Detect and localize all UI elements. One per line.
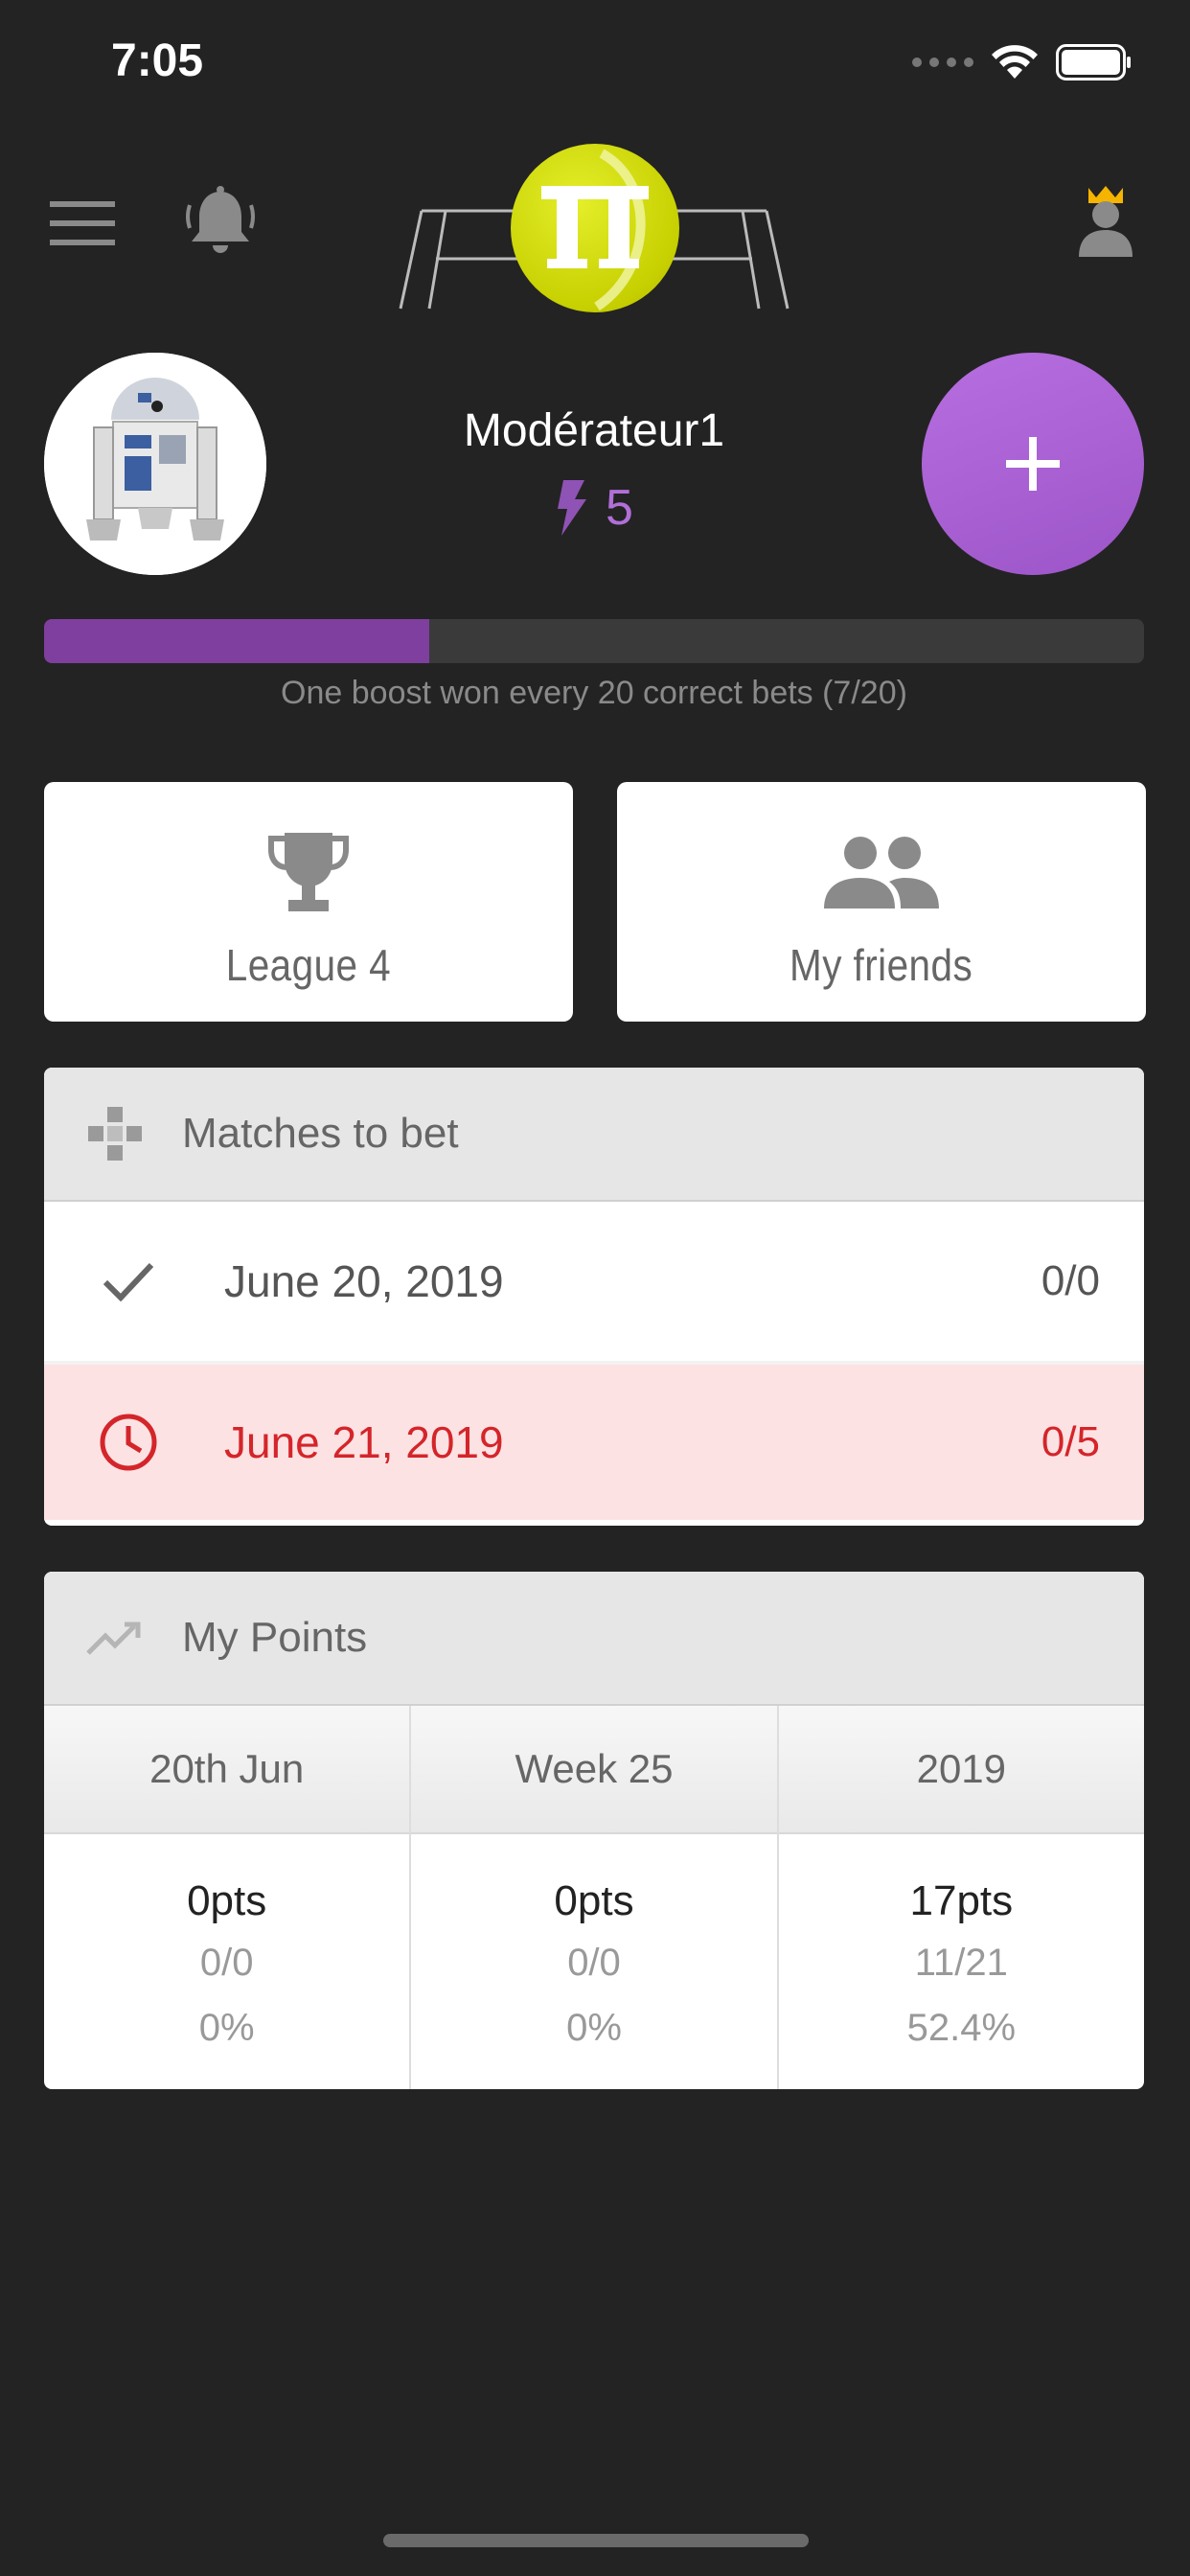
match-row[interactable]: June 21, 2019 0/5 [44, 1361, 1144, 1520]
points-ratio: 11/21 [914, 1942, 1008, 1984]
points-header: My Points [44, 1572, 1144, 1706]
league-card[interactable]: League 4 [44, 782, 573, 1022]
points-column-day[interactable]: 20th Jun 0pts 0/0 0% [44, 1706, 410, 2089]
match-date: June 20, 2019 [224, 1256, 504, 1306]
robot-avatar-icon [44, 353, 266, 575]
group-icon [824, 837, 939, 908]
boost-progress-bar [44, 619, 1144, 663]
points-column-label: Week 25 [411, 1706, 777, 1834]
check-icon [103, 1262, 154, 1301]
points-panel: My Points 20th Jun 0pts 0/0 0% Week 25 0… [44, 1572, 1144, 2089]
home-indicator[interactable] [383, 2534, 809, 2547]
points-value: 0pts [554, 1877, 634, 1924]
match-score: 0/5 [1041, 1418, 1100, 1465]
points-column-week[interactable]: Week 25 0pts 0/0 0% [409, 1706, 777, 2089]
battery-icon [1056, 44, 1131, 80]
app-logo[interactable] [511, 144, 679, 312]
trophy-icon [268, 833, 349, 911]
app-screen: 7:05 Modérateur1 5 One boost won every 2… [0, 0, 1190, 2576]
points-percent: 0% [566, 2007, 622, 2049]
points-percent: 52.4% [906, 2007, 1017, 2049]
points-ratio: 0/0 [567, 1942, 621, 1984]
match-date: June 21, 2019 [224, 1417, 504, 1467]
bolt-icon [558, 480, 586, 536]
add-button[interactable] [922, 353, 1144, 575]
points-title: My Points [182, 1614, 368, 1661]
menu-icon[interactable] [50, 199, 115, 247]
points-columns: 20th Jun 0pts 0/0 0% Week 25 0pts 0/0 0%… [44, 1706, 1144, 2089]
wifi-icon [992, 45, 1038, 79]
status-indicators [912, 44, 1133, 80]
logo-monogram-icon [541, 149, 649, 311]
plus-icon [1006, 437, 1060, 491]
username: Modérateur1 [463, 405, 725, 456]
boost-progress-caption: One boost won every 20 correct bets (7/2… [281, 675, 907, 711]
friends-label: My friends [790, 940, 973, 990]
points-value: 17pts [909, 1877, 1014, 1924]
match-score: 0/0 [1041, 1257, 1100, 1304]
boost-progress-fill [44, 619, 429, 663]
points-percent: 0% [198, 2007, 255, 2049]
gamepad-icon [88, 1107, 142, 1161]
league-label: League 4 [225, 940, 392, 990]
matches-title: Matches to bet [182, 1110, 459, 1157]
trending-icon [86, 1622, 141, 1655]
bell-icon[interactable] [182, 184, 259, 261]
points-column-label: 2019 [778, 1706, 1144, 1834]
points-ratio: 0/0 [199, 1942, 254, 1984]
signal-icon [912, 58, 973, 67]
points-column-label: 20th Jun [44, 1706, 410, 1834]
points-column-year[interactable]: 2019 17pts 11/21 52.4% [776, 1706, 1144, 2089]
avatar[interactable] [44, 353, 266, 575]
matches-panel: Matches to bet June 20, 2019 0/0 June 21… [44, 1068, 1144, 1526]
boost-count: 5 [606, 480, 633, 536]
status-time: 7:05 [111, 35, 204, 86]
match-row[interactable]: June 20, 2019 0/0 [44, 1202, 1144, 1361]
crown-user-icon[interactable] [1071, 184, 1140, 261]
friends-card[interactable]: My friends [617, 782, 1146, 1022]
boost-counter: 5 [556, 479, 633, 537]
matches-header: Matches to bet [44, 1068, 1144, 1202]
clock-icon [100, 1414, 157, 1471]
points-value: 0pts [187, 1877, 267, 1924]
